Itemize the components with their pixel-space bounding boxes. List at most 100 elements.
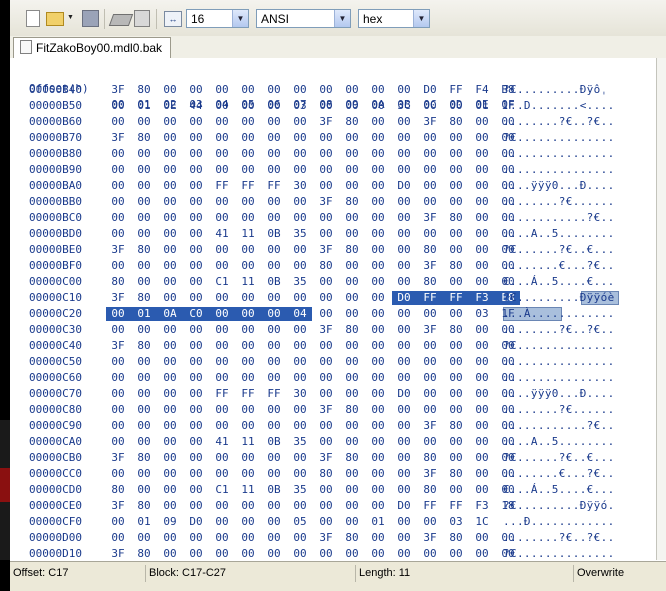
ascii-text[interactable]: ?€.........Ðÿÿó.: [503, 498, 615, 514]
hex-byte[interactable]: C0: [188, 306, 204, 322]
hex-byte[interactable]: FF: [266, 386, 282, 402]
hex-byte[interactable]: 00: [266, 114, 282, 130]
hex-byte[interactable]: 00: [292, 418, 308, 434]
hex-byte[interactable]: 01: [136, 306, 152, 322]
hex-byte[interactable]: 00: [292, 242, 308, 258]
hex-byte[interactable]: 00: [318, 82, 334, 98]
hex-byte[interactable]: 00: [422, 434, 438, 450]
hex-byte[interactable]: 0B: [266, 434, 282, 450]
hex-byte[interactable]: 00: [344, 210, 360, 226]
hex-byte[interactable]: 00: [240, 338, 256, 354]
hex-byte[interactable]: 00: [162, 466, 178, 482]
hex-byte[interactable]: 00: [214, 402, 230, 418]
hex-byte[interactable]: 00: [422, 194, 438, 210]
hex-byte[interactable]: 00: [136, 210, 152, 226]
hex-byte[interactable]: 00: [292, 450, 308, 466]
hex-byte[interactable]: 00: [344, 146, 360, 162]
hex-byte[interactable]: 00: [188, 130, 204, 146]
hex-byte[interactable]: 00: [162, 258, 178, 274]
hex-byte[interactable]: 03: [292, 98, 308, 114]
hex-byte[interactable]: 00: [370, 146, 386, 162]
hex-byte[interactable]: 00: [396, 306, 412, 322]
hex-byte[interactable]: 00: [214, 194, 230, 210]
hex-byte[interactable]: 00: [266, 162, 282, 178]
hex-byte[interactable]: 00: [474, 354, 490, 370]
hex-byte[interactable]: 00: [448, 370, 464, 386]
hex-byte[interactable]: 00: [266, 322, 282, 338]
hex-byte[interactable]: 35: [292, 434, 308, 450]
hex-byte[interactable]: 00: [474, 114, 490, 130]
hex-byte[interactable]: 00: [422, 370, 438, 386]
hex-byte[interactable]: 00: [318, 338, 334, 354]
save-icon[interactable]: [82, 10, 99, 27]
hex-byte[interactable]: 00: [318, 178, 334, 194]
hex-byte[interactable]: 00: [370, 354, 386, 370]
hex-byte[interactable]: 00: [266, 306, 282, 322]
hex-byte[interactable]: 00: [448, 226, 464, 242]
hex-byte[interactable]: 00: [214, 82, 230, 98]
hex-byte[interactable]: 00: [396, 210, 412, 226]
hex-byte[interactable]: 00: [266, 418, 282, 434]
ascii-text[interactable]: ........?€..?€..: [503, 530, 615, 546]
tool-icon[interactable]: [108, 14, 134, 26]
hex-byte[interactable]: 00: [136, 354, 152, 370]
hex-byte[interactable]: 00: [292, 162, 308, 178]
hex-byte[interactable]: 00: [266, 290, 282, 306]
hex-byte[interactable]: 00: [188, 178, 204, 194]
hex-byte[interactable]: 3F: [318, 114, 334, 130]
hex-byte[interactable]: 00: [188, 434, 204, 450]
hex-byte[interactable]: 00: [474, 530, 490, 546]
hex-byte[interactable]: 80: [448, 258, 464, 274]
hex-byte[interactable]: 00: [214, 258, 230, 274]
hex-byte[interactable]: 00: [188, 242, 204, 258]
hex-byte[interactable]: 00: [474, 274, 490, 290]
hex-byte[interactable]: 00: [422, 354, 438, 370]
hex-byte[interactable]: 00: [162, 402, 178, 418]
hex-byte[interactable]: 00: [136, 530, 152, 546]
hex-byte[interactable]: 00: [292, 322, 308, 338]
hex-byte[interactable]: 80: [344, 114, 360, 130]
hex-byte[interactable]: 80: [448, 210, 464, 226]
hex-byte[interactable]: 00: [370, 306, 386, 322]
hex-byte[interactable]: 00: [344, 82, 360, 98]
hex-byte[interactable]: 01: [474, 98, 490, 114]
hex-byte[interactable]: 00: [110, 514, 126, 530]
hex-byte[interactable]: 80: [318, 258, 334, 274]
hex-byte[interactable]: 00: [266, 82, 282, 98]
hex-byte[interactable]: 80: [448, 322, 464, 338]
hex-byte[interactable]: 00: [344, 498, 360, 514]
hex-byte[interactable]: 00: [474, 322, 490, 338]
hex-byte[interactable]: 00: [474, 402, 490, 418]
hex-byte[interactable]: 00: [474, 242, 490, 258]
hex-byte[interactable]: 00: [188, 226, 204, 242]
hex-byte[interactable]: 00: [162, 434, 178, 450]
hex-byte[interactable]: 00: [136, 482, 152, 498]
hex-byte[interactable]: 00: [474, 338, 490, 354]
ascii-text[interactable]: ....A..5........: [503, 434, 615, 450]
hex-byte[interactable]: 00: [318, 434, 334, 450]
hex-byte[interactable]: 00: [214, 162, 230, 178]
hex-byte[interactable]: 80: [448, 530, 464, 546]
hex-byte[interactable]: 00: [110, 322, 126, 338]
hex-byte[interactable]: 00: [292, 338, 308, 354]
hex-byte[interactable]: 00: [370, 242, 386, 258]
hex-byte[interactable]: 00: [292, 114, 308, 130]
hex-byte[interactable]: 00: [162, 162, 178, 178]
hex-byte[interactable]: 00: [370, 450, 386, 466]
hex-byte[interactable]: 00: [214, 322, 230, 338]
hex-byte[interactable]: FF: [240, 178, 256, 194]
hex-byte[interactable]: 11: [240, 482, 256, 498]
hex-byte[interactable]: 00: [110, 258, 126, 274]
ascii-text[interactable]: ....ÿÿÿ0...Ð....: [503, 178, 615, 194]
hex-byte[interactable]: 00: [292, 498, 308, 514]
hex-byte[interactable]: 3F: [422, 530, 438, 546]
hex-byte[interactable]: 00: [448, 306, 464, 322]
vertical-scrollbar[interactable]: [656, 58, 666, 560]
hex-byte[interactable]: 00: [266, 242, 282, 258]
ascii-text[interactable]: ....A..5........: [503, 226, 615, 242]
hex-byte[interactable]: 00: [240, 114, 256, 130]
hex-byte[interactable]: FF: [240, 386, 256, 402]
hex-byte[interactable]: FF: [214, 178, 230, 194]
hex-byte[interactable]: 00: [396, 114, 412, 130]
hex-byte[interactable]: 00: [214, 354, 230, 370]
